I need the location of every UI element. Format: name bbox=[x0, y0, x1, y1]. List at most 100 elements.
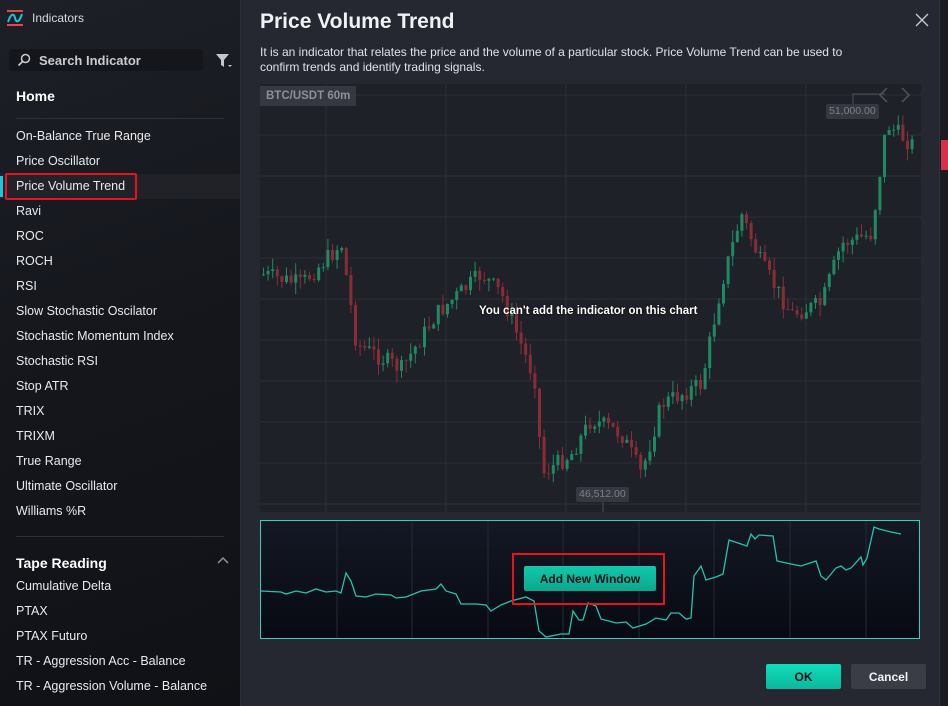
candle-body bbox=[740, 214, 744, 231]
candle-body bbox=[726, 256, 730, 284]
add-new-window-button[interactable]: Add New Window bbox=[524, 566, 656, 591]
candle-body bbox=[312, 279, 316, 281]
indicator-item-ravi[interactable]: Ravi bbox=[0, 199, 240, 224]
indicators-logo-icon bbox=[7, 10, 23, 26]
candle-body bbox=[390, 352, 394, 359]
price-chart-preview: BTC/USDT 60m 51,000.00 46,512.00 You can… bbox=[260, 84, 921, 512]
candle-body bbox=[501, 287, 505, 296]
candle-body bbox=[643, 460, 647, 470]
indicator-item-williams-r[interactable]: Williams %R bbox=[0, 499, 240, 524]
candle-body bbox=[285, 275, 288, 282]
candle-body bbox=[372, 346, 376, 350]
candle-body bbox=[837, 251, 840, 260]
indicator-item-tr-aggression-acc-balance[interactable]: TR - Aggression Acc - Balance bbox=[0, 649, 240, 674]
candle-body bbox=[473, 270, 477, 277]
candle-body bbox=[321, 267, 325, 269]
candle-body bbox=[487, 278, 491, 281]
candle-body bbox=[561, 454, 564, 469]
chevron-left-icon[interactable] bbox=[877, 87, 889, 103]
candle-body bbox=[478, 270, 482, 280]
indicator-item-label: Price Volume Trend bbox=[16, 179, 126, 193]
candle-body bbox=[708, 336, 712, 368]
candle-body bbox=[538, 388, 541, 437]
indicator-item-true-range[interactable]: True Range bbox=[0, 449, 240, 474]
candle-body bbox=[377, 349, 380, 365]
chevron-up-icon[interactable] bbox=[217, 555, 229, 565]
candle-body bbox=[630, 439, 633, 448]
candle-body bbox=[873, 210, 877, 240]
indicator-item-stop-atr[interactable]: Stop ATR bbox=[0, 374, 240, 399]
indicator-item-roch[interactable]: ROCH bbox=[0, 249, 240, 274]
indicator-item-tr-aggression-volume-balance[interactable]: TR - Aggression Volume - Balance bbox=[0, 674, 240, 699]
candle-body bbox=[878, 177, 882, 211]
indicator-item-rsi[interactable]: RSI bbox=[0, 274, 240, 299]
candle-body bbox=[666, 396, 670, 407]
candle-body bbox=[294, 274, 298, 283]
high-price-label: 51,000.00 bbox=[826, 104, 879, 119]
low-price-label: 46,512.00 bbox=[576, 487, 629, 502]
candle-body bbox=[400, 360, 403, 371]
candle-body bbox=[869, 235, 873, 240]
candle-body bbox=[427, 326, 431, 329]
indicator-item-cumulative-delta[interactable]: Cumulative Delta bbox=[0, 574, 240, 599]
chevron-right-icon[interactable] bbox=[900, 87, 912, 103]
candle-body bbox=[584, 424, 587, 436]
candle-body bbox=[781, 286, 785, 310]
candle-body bbox=[262, 274, 265, 276]
candle-body bbox=[809, 302, 813, 313]
candle-body bbox=[850, 239, 854, 246]
symbol-label: BTC/USDT 60m bbox=[260, 86, 357, 106]
candle-body bbox=[906, 140, 909, 150]
indicator-item-roc[interactable]: ROC bbox=[0, 224, 240, 249]
candle-body bbox=[620, 436, 624, 443]
candle-body bbox=[883, 134, 886, 178]
indicator-item-ptax[interactable]: PTAX bbox=[0, 599, 240, 624]
indicator-description: It is an indicator that relates the pric… bbox=[260, 45, 843, 74]
candle-body bbox=[772, 269, 776, 289]
candle-body bbox=[634, 447, 638, 455]
indicator-item-trix[interactable]: TRIX bbox=[0, 399, 240, 424]
ok-button[interactable]: OK bbox=[766, 664, 841, 689]
candle-body bbox=[367, 346, 371, 348]
indicator-item-slow-stochastic-oscilator[interactable]: Slow Stochastic Oscilator bbox=[0, 299, 240, 324]
indicator-item-ultimate-oscillator[interactable]: Ultimate Oscillator bbox=[0, 474, 240, 499]
candle-body bbox=[680, 395, 684, 402]
candle-body bbox=[827, 274, 831, 288]
indicator-item-stochastic-rsi[interactable]: Stochastic RSI bbox=[0, 349, 240, 374]
candle-body bbox=[597, 421, 601, 427]
divider bbox=[16, 118, 224, 119]
indicator-item-on-balance-true-range[interactable]: On-Balance True Range bbox=[0, 124, 240, 149]
candle-body bbox=[717, 303, 721, 325]
candle-body bbox=[459, 285, 463, 292]
indicator-item-ptax-futuro[interactable]: PTAX Futuro bbox=[0, 624, 240, 649]
candle-body bbox=[791, 309, 794, 311]
candle-body bbox=[814, 298, 817, 303]
indicator-item-price-volume-trend[interactable]: Price Volume Trend bbox=[0, 173, 240, 200]
filter-icon[interactable] bbox=[215, 52, 233, 70]
candle-body bbox=[363, 345, 367, 348]
background-marker bbox=[941, 140, 948, 170]
search-box[interactable] bbox=[9, 49, 203, 71]
candle-body bbox=[901, 124, 905, 141]
unsupported-chart-message: You can't add the indicator on this char… bbox=[479, 305, 698, 317]
candle-body bbox=[441, 304, 445, 315]
candle-body bbox=[735, 230, 739, 243]
candle-body bbox=[404, 360, 408, 362]
candle-body bbox=[413, 346, 417, 354]
cancel-button[interactable]: Cancel bbox=[851, 664, 926, 689]
candle-body bbox=[326, 250, 330, 268]
candle-body bbox=[818, 298, 822, 306]
candle-body bbox=[551, 465, 555, 474]
search-input[interactable] bbox=[39, 52, 189, 68]
candle-body bbox=[381, 363, 385, 365]
candle-body bbox=[556, 454, 560, 466]
candle-body bbox=[455, 291, 459, 300]
indicator-item-trixm[interactable]: TRIXM bbox=[0, 424, 240, 449]
candle-body bbox=[349, 275, 353, 306]
candle-body bbox=[602, 417, 606, 422]
candle-body bbox=[579, 435, 583, 454]
indicator-item-price-oscillator[interactable]: Price Oscillator bbox=[0, 149, 240, 174]
candle-body bbox=[607, 417, 610, 424]
indicator-item-stochastic-momentum-index[interactable]: Stochastic Momentum Index bbox=[0, 324, 240, 349]
close-icon[interactable] bbox=[915, 13, 929, 27]
